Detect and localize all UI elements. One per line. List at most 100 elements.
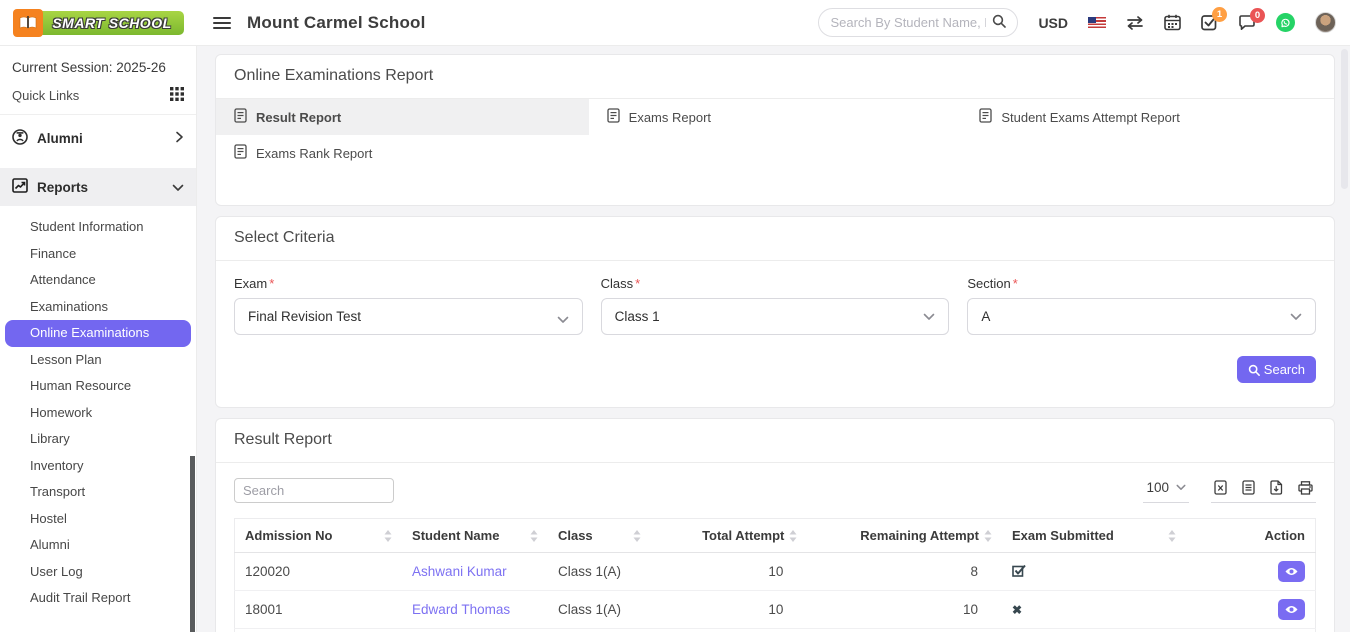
grid-icon[interactable] bbox=[170, 87, 184, 104]
sidebar-item-library[interactable]: Library bbox=[0, 426, 196, 453]
tasks-icon[interactable]: 1 bbox=[1201, 14, 1218, 31]
student-name-link[interactable]: Edward Thomas bbox=[412, 602, 510, 617]
sidebar-scrollbar[interactable] bbox=[190, 456, 195, 632]
eye-icon bbox=[1285, 605, 1298, 614]
user-avatar[interactable] bbox=[1315, 12, 1336, 33]
sidebar-item-transport[interactable]: Transport bbox=[0, 479, 196, 506]
logo-text: SMART SCHOOL bbox=[38, 11, 183, 35]
page-size-selector[interactable]: 100 bbox=[1143, 480, 1189, 503]
total-attempt-cell: 10 bbox=[651, 629, 808, 632]
chevron-right-icon bbox=[175, 131, 184, 146]
page-scrollbar[interactable] bbox=[1341, 49, 1348, 189]
student-name-link[interactable]: Ashwani Kumar bbox=[412, 564, 507, 579]
print-icon[interactable] bbox=[1298, 481, 1313, 495]
logo-book-icon bbox=[13, 9, 43, 37]
sidebar-item-reports-section[interactable]: Reports bbox=[0, 168, 196, 206]
table-search-input[interactable] bbox=[234, 478, 394, 503]
required-asterisk: * bbox=[269, 276, 274, 291]
sidebar-item-audit-trail-report[interactable]: Audit Trail Report bbox=[0, 585, 196, 612]
class-cell: Class 1(A) bbox=[548, 591, 651, 629]
app-window: SMART SCHOOL Mount Carmel School USD bbox=[0, 0, 1350, 632]
remaining-attempt-cell: 8 bbox=[807, 553, 1002, 591]
sidebar-item-hostel[interactable]: Hostel bbox=[0, 506, 196, 533]
eye-icon bbox=[1285, 567, 1298, 576]
col-admission-no[interactable]: Admission No bbox=[245, 528, 332, 543]
report-tabs: Result Report Exams Report Student Exams… bbox=[216, 99, 1334, 205]
language-flag-icon[interactable] bbox=[1088, 17, 1106, 29]
sort-icon[interactable] bbox=[633, 530, 641, 542]
sidebar-item-human-resource[interactable]: Human Resource bbox=[0, 373, 196, 400]
admission-no-cell: 120020 bbox=[235, 553, 403, 591]
tab-label: Result Report bbox=[256, 110, 341, 125]
sidebar-item-alumni-section[interactable]: Alumni bbox=[0, 119, 196, 158]
class-select[interactable]: Class 1 bbox=[601, 298, 950, 335]
tab-result-report[interactable]: Result Report bbox=[216, 99, 589, 135]
remaining-attempt-cell: 10 bbox=[807, 629, 1002, 632]
search-icon[interactable] bbox=[992, 14, 1006, 31]
sidebar-item-inventory[interactable]: Inventory bbox=[0, 453, 196, 480]
sidebar-item-alumni[interactable]: Alumni bbox=[0, 532, 196, 559]
select-criteria-card: Select Criteria Exam* Final Revision Tes… bbox=[215, 216, 1335, 408]
search-button-label: Search bbox=[1264, 362, 1305, 377]
tab-student-exams-attempt-report[interactable]: Student Exams Attempt Report bbox=[961, 99, 1334, 135]
sort-icon[interactable] bbox=[984, 530, 992, 542]
class-cell: Class 1(A) bbox=[548, 629, 651, 632]
sort-icon[interactable] bbox=[1168, 530, 1176, 542]
section-select[interactable]: A bbox=[967, 298, 1316, 335]
global-search[interactable] bbox=[818, 8, 1018, 37]
result-report-card: Result Report 100 bbox=[215, 418, 1335, 632]
hamburger-menu-icon[interactable] bbox=[213, 16, 231, 30]
col-total-attempt[interactable]: Total Attempt bbox=[702, 528, 784, 543]
sidebar-item-online-examinations[interactable]: Online Examinations bbox=[5, 320, 191, 347]
logo[interactable]: SMART SCHOOL bbox=[0, 9, 197, 37]
sidebar-item-attendance[interactable]: Attendance bbox=[0, 267, 196, 294]
exam-label: Exam* bbox=[234, 276, 583, 291]
col-exam-submitted[interactable]: Exam Submitted bbox=[1012, 528, 1114, 543]
sort-icon[interactable] bbox=[530, 530, 538, 542]
col-class[interactable]: Class bbox=[558, 528, 593, 543]
tab-exams-report[interactable]: Exams Report bbox=[589, 99, 962, 135]
exam-select-value: Final Revision Test bbox=[248, 309, 361, 324]
currency-selector[interactable]: USD bbox=[1038, 15, 1068, 31]
table-row: 120020 Ashwani Kumar Class 1(A) 10 8 bbox=[235, 553, 1316, 591]
chevron-down-icon bbox=[1290, 313, 1302, 321]
sort-icon[interactable] bbox=[384, 530, 392, 542]
sidebar-item-lesson-plan[interactable]: Lesson Plan bbox=[0, 347, 196, 374]
sidebar-item-student-information[interactable]: Student Information bbox=[0, 214, 196, 241]
global-search-input[interactable] bbox=[830, 15, 986, 30]
select-criteria-title: Select Criteria bbox=[216, 217, 1334, 261]
search-button[interactable]: Search bbox=[1237, 356, 1316, 383]
export-pdf-icon[interactable] bbox=[1270, 480, 1283, 495]
whatsapp-icon[interactable] bbox=[1276, 13, 1295, 32]
sort-icon[interactable] bbox=[789, 530, 797, 542]
tab-exams-rank-report[interactable]: Exams Rank Report bbox=[216, 135, 589, 171]
view-button[interactable] bbox=[1278, 561, 1305, 582]
view-button[interactable] bbox=[1278, 599, 1305, 620]
exam-select[interactable]: Final Revision Test bbox=[234, 298, 583, 335]
sidebar-item-system-setting[interactable]: System Setting bbox=[0, 622, 196, 632]
admission-no-cell: 520039 bbox=[235, 629, 403, 632]
sidebar-item-user-log[interactable]: User Log bbox=[0, 559, 196, 586]
remaining-attempt-cell: 10 bbox=[807, 591, 1002, 629]
export-excel-icon[interactable] bbox=[1214, 480, 1227, 495]
sidebar-item-finance[interactable]: Finance bbox=[0, 241, 196, 268]
tasks-badge: 1 bbox=[1212, 7, 1227, 22]
main-content: Online Examinations Report Result Report… bbox=[197, 46, 1350, 632]
col-student-name[interactable]: Student Name bbox=[412, 528, 499, 543]
document-icon bbox=[607, 108, 620, 126]
export-csv-icon[interactable] bbox=[1242, 480, 1255, 495]
total-attempt-cell: 10 bbox=[651, 591, 808, 629]
sidebar-item-examinations[interactable]: Examinations bbox=[0, 294, 196, 321]
quick-links-label: Quick Links bbox=[12, 88, 79, 103]
messages-icon[interactable]: 0 bbox=[1238, 15, 1256, 31]
calendar-icon[interactable] bbox=[1164, 14, 1181, 31]
section-select-value: A bbox=[981, 309, 990, 324]
alumni-icon bbox=[12, 129, 28, 148]
col-remaining-attempt[interactable]: Remaining Attempt bbox=[860, 528, 979, 543]
current-session-label: Current Session: 2025-26 bbox=[0, 51, 196, 79]
top-header: SMART SCHOOL Mount Carmel School USD bbox=[0, 0, 1350, 46]
sidebar-item-homework[interactable]: Homework bbox=[0, 400, 196, 427]
exchange-icon[interactable] bbox=[1126, 16, 1144, 30]
quick-links[interactable]: Quick Links bbox=[0, 79, 196, 115]
result-table: Admission No Student Name Class Total At… bbox=[234, 518, 1316, 632]
